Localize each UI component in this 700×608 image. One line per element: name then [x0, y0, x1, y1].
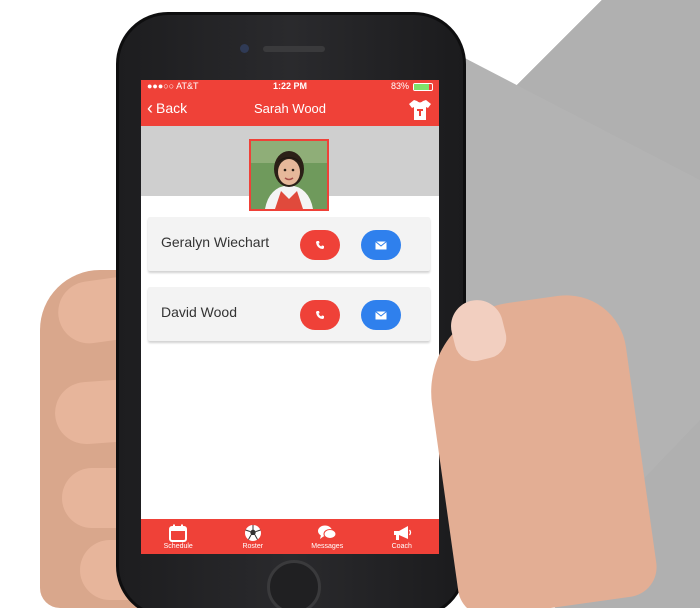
envelope-icon: [375, 310, 387, 319]
tab-label: Roster: [242, 542, 264, 550]
phone-screen: ●●●○○ AT&T 1:22 PM 83% ‹ Back Sarah Wood: [141, 80, 439, 554]
tab-roster[interactable]: Roster: [216, 519, 291, 554]
tab-label: Coach: [391, 542, 412, 550]
message-button[interactable]: [361, 230, 401, 260]
phone-icon: [316, 241, 324, 249]
message-button[interactable]: [361, 300, 401, 330]
contact-card: Geralyn Wiechart: [148, 217, 430, 271]
tab-label: Messages: [311, 542, 344, 550]
battery-percent: 83%: [390, 81, 409, 91]
status-bar: ●●●○○ AT&T 1:22 PM 83%: [141, 80, 439, 93]
avatar-photo: [251, 141, 327, 209]
calendar-icon: [169, 524, 188, 542]
megaphone-icon: [393, 525, 411, 540]
nav-bar: ‹ Back Sarah Wood: [141, 93, 439, 126]
tab-label: Schedule: [163, 542, 193, 550]
earpiece-speaker: [263, 46, 325, 52]
tab-coach[interactable]: Coach: [365, 519, 440, 554]
envelope-icon: [375, 240, 387, 249]
jersey-icon[interactable]: [407, 98, 433, 122]
contact-card: David Wood: [148, 287, 430, 341]
front-camera: [240, 44, 249, 53]
contact-name: David Wood: [161, 304, 238, 320]
call-button[interactable]: [300, 230, 340, 260]
chat-bubbles-icon: [318, 525, 337, 539]
battery-icon: [413, 83, 433, 91]
contact-name: Geralyn Wiechart: [161, 234, 270, 250]
page-title: Sarah Wood: [253, 101, 327, 116]
soccer-ball-icon: [244, 524, 261, 541]
phone-icon: [316, 311, 324, 319]
home-button[interactable]: [267, 560, 321, 608]
tab-messages[interactable]: Messages: [290, 519, 365, 554]
avatar: [249, 139, 329, 211]
tab-bar: Schedule Roster Messages Coach: [141, 519, 439, 554]
call-button[interactable]: [300, 300, 340, 330]
tab-schedule[interactable]: Schedule: [141, 519, 216, 554]
